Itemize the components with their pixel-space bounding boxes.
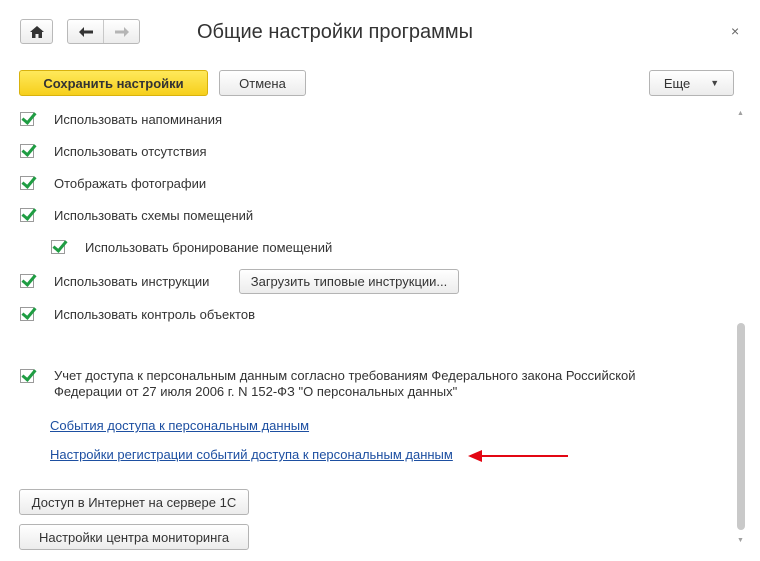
load-instructions-button[interactable]: Загрузить типовые инструкции... xyxy=(239,269,459,294)
save-settings-button[interactable]: Сохранить настройки xyxy=(19,70,208,96)
label-use-room-booking: Использовать бронирование помещений xyxy=(85,240,333,255)
window-title: Общие настройки программы xyxy=(197,21,474,43)
checkbox-use-room-schemes[interactable] xyxy=(20,208,34,222)
annotation-arrow-line xyxy=(478,455,568,457)
home-icon xyxy=(29,25,44,38)
label-use-object-control: Использовать контроль объектов xyxy=(54,307,255,322)
label-use-room-schemes: Использовать схемы помещений xyxy=(54,208,254,223)
link-personal-data-registration-settings[interactable]: Настройки регистрации событий доступа к … xyxy=(50,447,453,462)
more-label: Еще xyxy=(663,75,691,91)
more-menu-button[interactable]: Еще ▼ xyxy=(649,70,734,96)
checkbox-use-object-control[interactable] xyxy=(20,307,34,321)
checkbox-use-absences[interactable] xyxy=(20,144,34,158)
scroll-down-icon[interactable]: ▼ xyxy=(737,537,744,544)
close-icon[interactable]: × xyxy=(731,23,739,39)
label-use-absences: Использовать отсутствия xyxy=(54,144,207,159)
link-personal-data-events[interactable]: События доступа к персональным данным xyxy=(50,418,309,433)
arrow-left-icon xyxy=(78,26,93,37)
cancel-button[interactable]: Отмена xyxy=(219,70,306,96)
home-button[interactable] xyxy=(20,19,53,44)
history-nav xyxy=(67,19,140,44)
chevron-down-icon: ▼ xyxy=(710,78,720,88)
checkbox-use-room-booking[interactable] xyxy=(51,240,65,254)
checkbox-show-photos[interactable] xyxy=(20,176,34,190)
label-show-photos: Отображать фотографии xyxy=(54,176,207,191)
arrow-right-icon xyxy=(114,26,129,37)
back-button[interactable] xyxy=(68,20,103,43)
internet-access-button[interactable]: Доступ в Интернет на сервере 1С xyxy=(19,489,249,515)
checkbox-use-instructions[interactable] xyxy=(20,274,34,288)
checkbox-use-reminders[interactable] xyxy=(20,112,34,126)
monitoring-center-button[interactable]: Настройки центра мониторинга xyxy=(19,524,249,550)
label-use-reminders: Использовать напоминания xyxy=(54,112,223,127)
checkbox-personal-data-access[interactable] xyxy=(20,369,34,383)
label-use-instructions: Использовать инструкции xyxy=(54,274,210,289)
scroll-up-icon[interactable]: ▲ xyxy=(737,110,744,117)
forward-button[interactable] xyxy=(103,20,139,43)
label-personal-data-access: Учет доступа к персональным данным согла… xyxy=(54,368,636,399)
scrollbar-thumb[interactable] xyxy=(737,323,745,530)
